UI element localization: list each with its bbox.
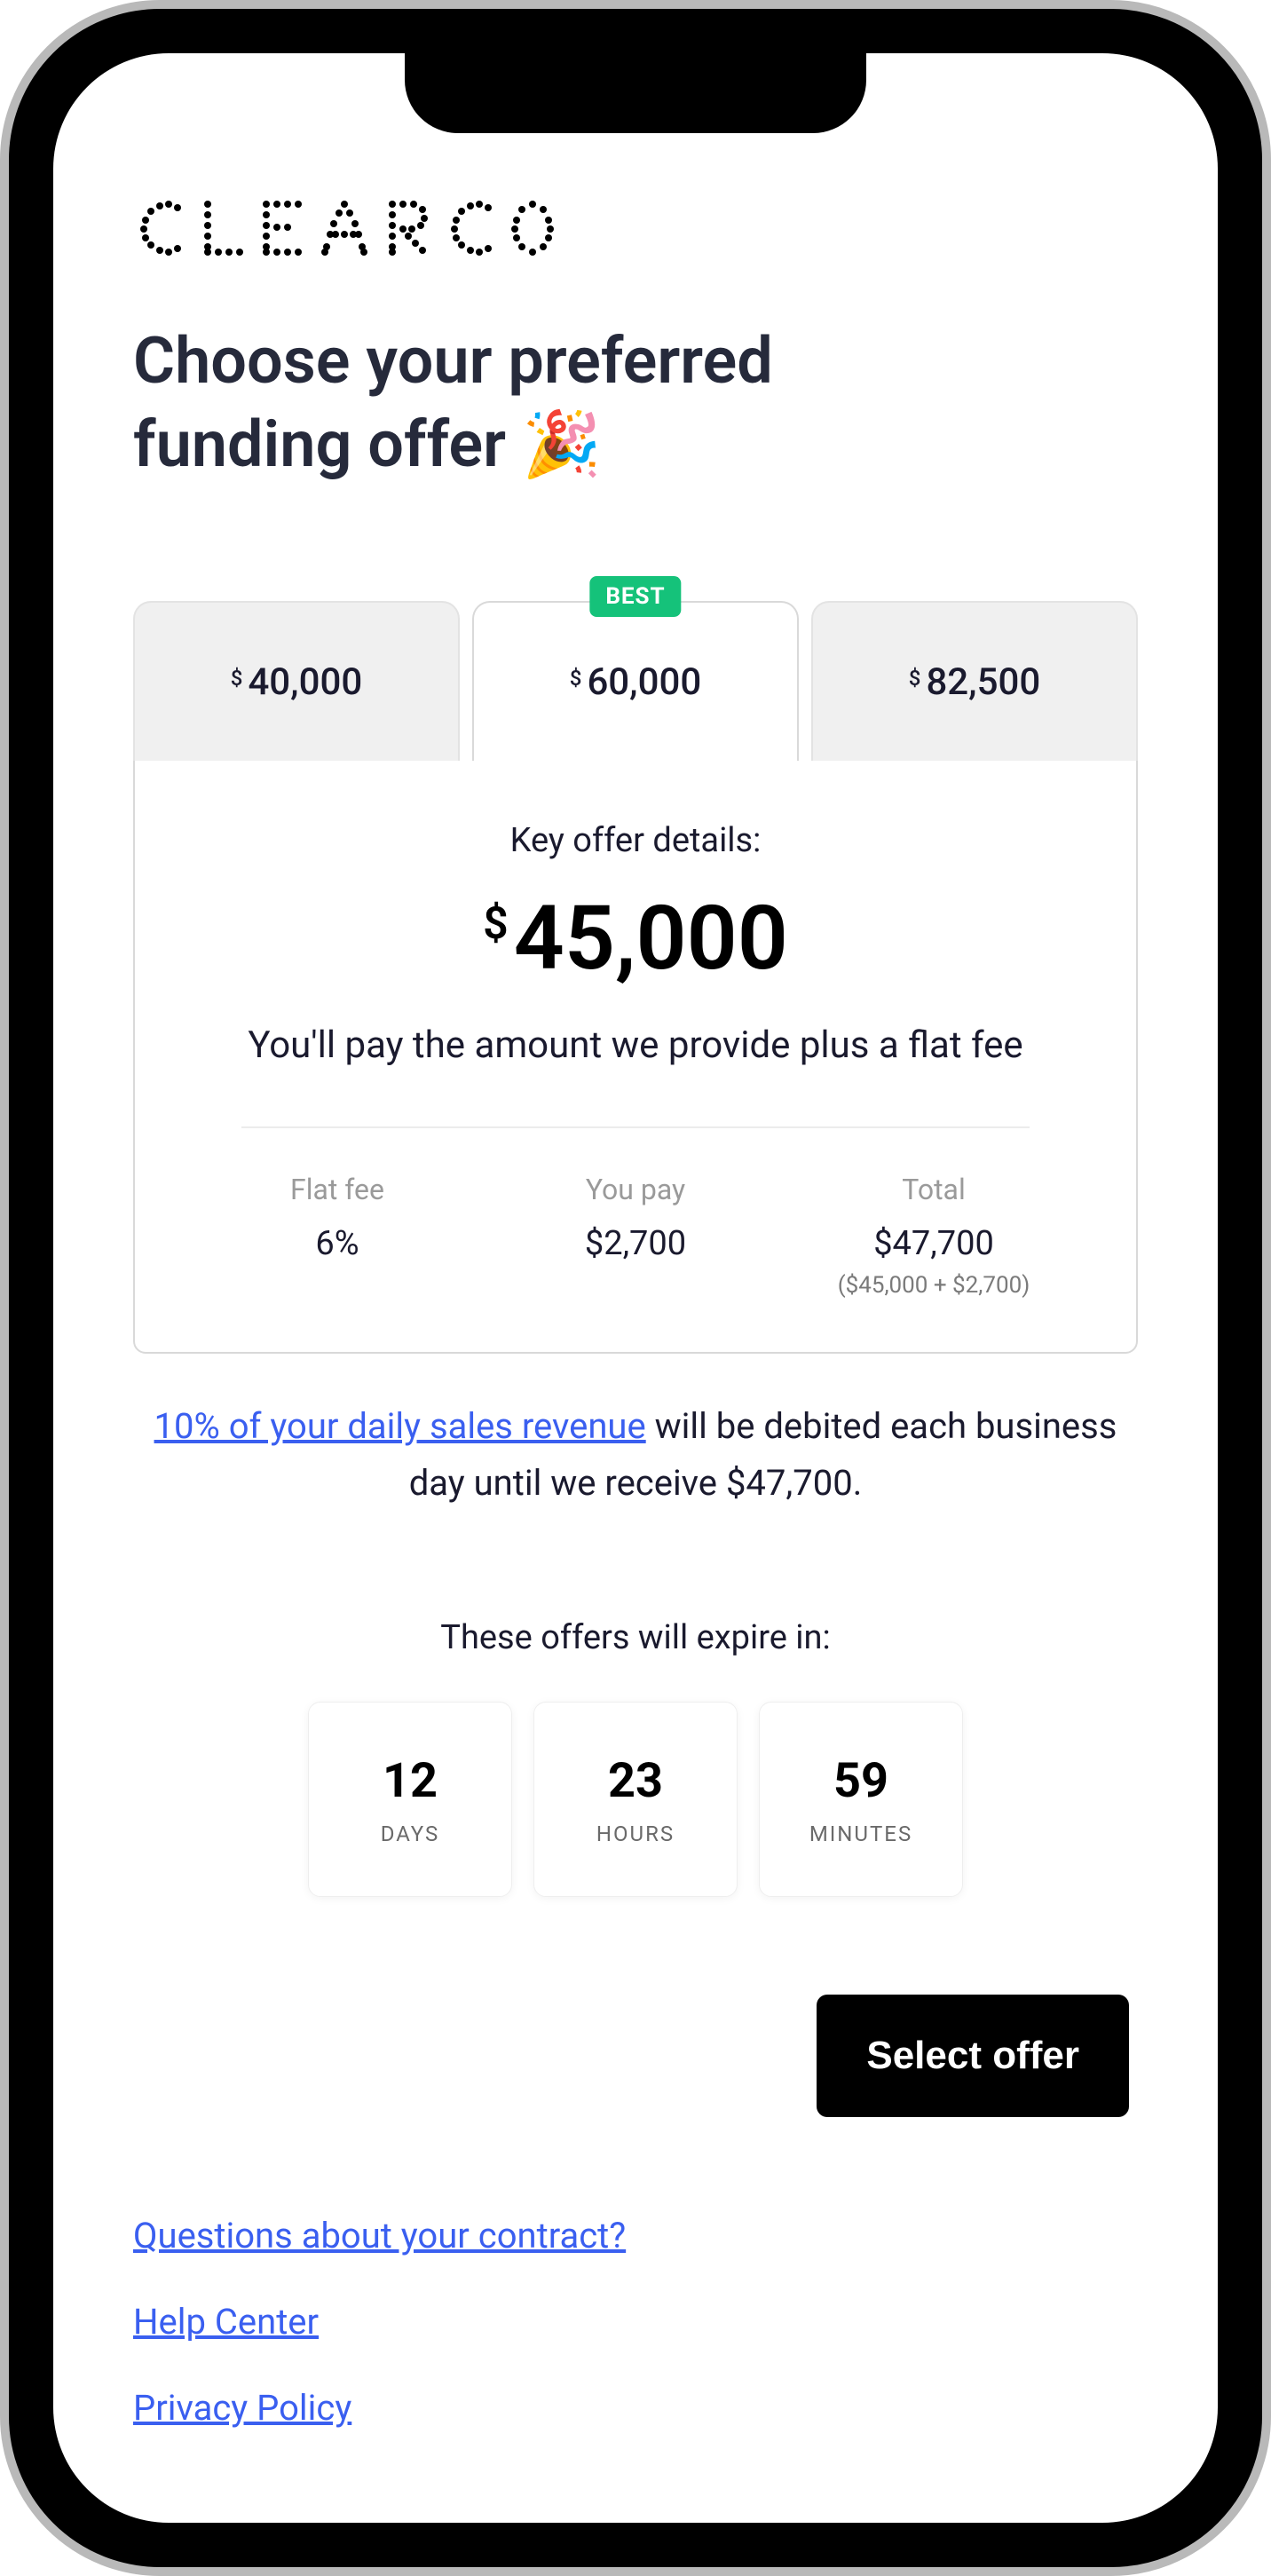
total-col: Total $47,700 ($45,000 + $2,700): [785, 1173, 1083, 1299]
questions-contract-link[interactable]: Questions about your contract?: [133, 2215, 626, 2256]
offer-tab-amount: $60,000: [570, 660, 701, 704]
device-body: Choose your preferred funding offer 🎉 $4…: [0, 0, 1271, 2576]
flat-fee-value: 6%: [188, 1224, 486, 1263]
offer-tab-amount: $82,500: [909, 660, 1040, 704]
offer-tab-60000[interactable]: BEST $60,000: [472, 601, 799, 761]
you-pay-value: $2,700: [486, 1224, 785, 1263]
offer-tab-amount: $40,000: [231, 660, 362, 704]
countdown-minutes-unit: MINUTES: [809, 1821, 912, 1846]
offer-tabs: $40,000 BEST $60,000 $82,500: [133, 601, 1138, 761]
brand-logo: [133, 195, 1138, 257]
countdown: 12 DAYS 23 HOURS 59 MINUTES: [133, 1702, 1138, 1897]
page-title-line1: Choose your preferred: [133, 323, 773, 399]
countdown-days-unit: DAYS: [381, 1821, 440, 1846]
device-notch: [405, 53, 866, 133]
screen: Choose your preferred funding offer 🎉 $4…: [53, 53, 1218, 2523]
offer-breakdown: Flat fee 6% You pay $2,700 Total $47,700…: [188, 1173, 1083, 1299]
help-center-link[interactable]: Help Center: [133, 2301, 319, 2343]
offer-details-heading: Key offer details:: [188, 821, 1083, 860]
you-pay-col: You pay $2,700: [486, 1173, 785, 1299]
offer-tab-82500[interactable]: $82,500: [811, 601, 1138, 761]
countdown-hours-value: 23: [608, 1753, 663, 1809]
page-content: Choose your preferred funding offer 🎉 $4…: [53, 53, 1218, 2500]
device-frame: Choose your preferred funding offer 🎉 $4…: [0, 0, 1271, 2576]
you-pay-label: You pay: [486, 1173, 785, 1206]
offer-tab-40000[interactable]: $40,000: [133, 601, 460, 761]
countdown-minutes: 59 MINUTES: [759, 1702, 963, 1897]
countdown-hours-unit: HOURS: [596, 1821, 675, 1846]
flat-fee-col: Flat fee 6%: [188, 1173, 486, 1299]
flat-fee-label: Flat fee: [188, 1173, 486, 1206]
select-offer-button[interactable]: Select offer: [817, 1995, 1129, 2117]
page-title-line2: funding offer 🎉: [133, 407, 602, 482]
debit-note: 10% of your daily sales revenue will be …: [142, 1398, 1129, 1512]
offer-amount: $45,000: [188, 887, 1083, 991]
countdown-hours: 23 HOURS: [533, 1702, 738, 1897]
expiry-label: These offers will expire in:: [133, 1618, 1138, 1657]
offer-details-panel: Key offer details: $45,000 You'll pay th…: [133, 759, 1138, 1354]
footer-links: Questions about your contract? Help Cent…: [133, 2215, 1138, 2429]
countdown-days-value: 12: [383, 1753, 438, 1809]
total-value: $47,700: [785, 1224, 1083, 1263]
revenue-debit-link[interactable]: 10% of your daily sales revenue: [154, 1405, 646, 1447]
offer-description: You'll pay the amount we provide plus a …: [188, 1017, 1083, 1073]
page-title: Choose your preferred funding offer 🎉: [133, 320, 1138, 486]
divider: [241, 1126, 1030, 1128]
best-badge: BEST: [589, 576, 681, 617]
countdown-days: 12 DAYS: [308, 1702, 512, 1897]
actions-row: Select offer: [133, 1995, 1138, 2117]
privacy-policy-link[interactable]: Privacy Policy: [133, 2387, 351, 2429]
countdown-minutes-value: 59: [833, 1753, 888, 1809]
total-label: Total: [785, 1173, 1083, 1206]
total-sub: ($45,000 + $2,700): [785, 1272, 1083, 1299]
